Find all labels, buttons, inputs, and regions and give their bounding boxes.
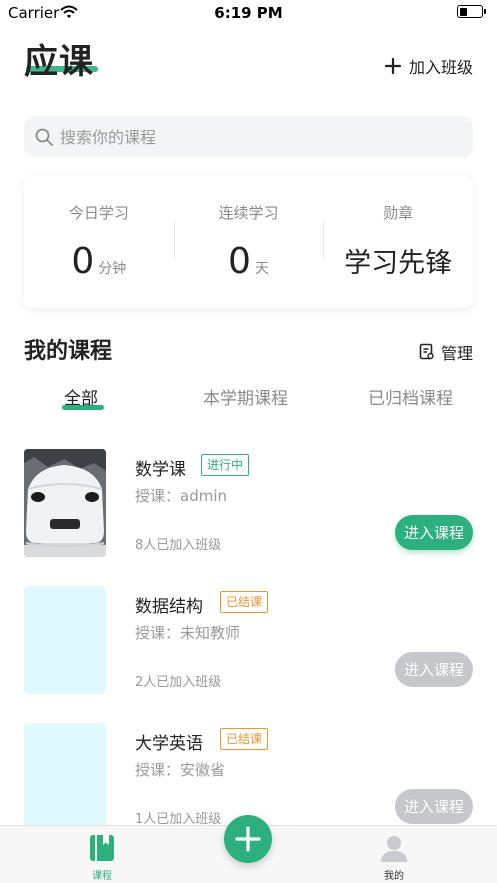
course-thumbnail[interactable] bbox=[24, 723, 106, 831]
stats-card: 今日学习 0 分钟 连续学习 0 天 勋章 学习先锋 bbox=[24, 176, 473, 308]
battery-icon bbox=[457, 5, 486, 18]
stat-label: 勋章 bbox=[383, 204, 414, 222]
manage-label: 管理 bbox=[440, 344, 473, 363]
stat-badge[interactable]: 勋章 学习先锋 bbox=[323, 176, 473, 308]
book-icon bbox=[90, 835, 114, 861]
stat-value: 0 bbox=[71, 241, 95, 282]
stat-unit: 分钟 bbox=[98, 261, 127, 277]
stat-label: 今日学习 bbox=[68, 204, 129, 222]
joined-count: 8人已加入班级 bbox=[135, 538, 222, 553]
course-teacher: 授课：未知教师 bbox=[135, 624, 241, 642]
course-tabs: 全部 本学期课程 已归档课程 bbox=[0, 384, 497, 414]
joined-count: 2人已加入班级 bbox=[135, 675, 222, 690]
plus-icon bbox=[384, 57, 402, 75]
add-fab-button[interactable] bbox=[224, 815, 272, 863]
user-icon bbox=[381, 836, 407, 862]
stat-label: 连续学习 bbox=[218, 204, 279, 222]
tab-label: 我的 bbox=[384, 871, 404, 882]
section-title: 我的课程 bbox=[24, 339, 113, 364]
join-class-button[interactable]: 加入班级 bbox=[384, 54, 473, 78]
search-input[interactable] bbox=[60, 127, 440, 147]
stat-unit: 天 bbox=[254, 261, 269, 277]
status-bar: Carrier 6:19 PM bbox=[0, 0, 497, 26]
status-time: 6:19 PM bbox=[214, 4, 283, 22]
course-name: 数据结构 bbox=[135, 597, 203, 617]
page-title: 应课 bbox=[24, 42, 94, 82]
course-teacher: 授课：admin bbox=[135, 487, 227, 505]
course-item[interactable]: 数学课 进行中 授课：admin 8人已加入班级 进入课程 bbox=[24, 449, 473, 557]
snow-car-image bbox=[24, 449, 106, 557]
tab-all[interactable]: 全部 bbox=[64, 384, 98, 409]
battery-level bbox=[459, 7, 467, 16]
tab-this-semester[interactable]: 本学期课程 bbox=[203, 384, 288, 409]
course-teacher: 授课：安徽省 bbox=[135, 761, 226, 779]
enter-course-button[interactable]: 进入课程 bbox=[395, 515, 473, 550]
course-name: 大学英语 bbox=[135, 734, 203, 754]
stat-value: 0 bbox=[228, 241, 251, 282]
plus-icon bbox=[235, 826, 261, 852]
search-bar[interactable] bbox=[24, 116, 473, 158]
tab-courses[interactable]: 课程 bbox=[72, 834, 132, 882]
course-thumbnail[interactable] bbox=[24, 449, 106, 557]
tab-archived[interactable]: 已归档课程 bbox=[368, 384, 453, 409]
status-badge: 已结课 bbox=[220, 591, 269, 613]
search-icon bbox=[35, 128, 53, 146]
status-badge: 已结课 bbox=[220, 728, 269, 750]
status-badge: 进行中 bbox=[201, 454, 250, 476]
stat-streak: 连续学习 0 天 bbox=[173, 176, 324, 308]
course-name: 数学课 bbox=[135, 460, 186, 480]
badge-name: 学习先锋 bbox=[344, 248, 453, 279]
course-item[interactable]: 数据结构 已结课 授课：未知教师 2人已加入班级 进入课程 bbox=[24, 586, 473, 694]
manage-icon bbox=[419, 343, 434, 360]
stat-today-study: 今日学习 0 分钟 bbox=[24, 176, 174, 308]
tab-me[interactable]: 我的 bbox=[364, 834, 424, 882]
enter-course-button[interactable]: 进入课程 bbox=[395, 652, 473, 687]
join-class-label: 加入班级 bbox=[408, 58, 473, 77]
tab-label: 课程 bbox=[92, 871, 112, 882]
course-thumbnail[interactable] bbox=[24, 586, 106, 694]
manage-button[interactable]: 管理 bbox=[419, 340, 473, 364]
enter-course-button[interactable]: 进入课程 bbox=[395, 789, 473, 824]
